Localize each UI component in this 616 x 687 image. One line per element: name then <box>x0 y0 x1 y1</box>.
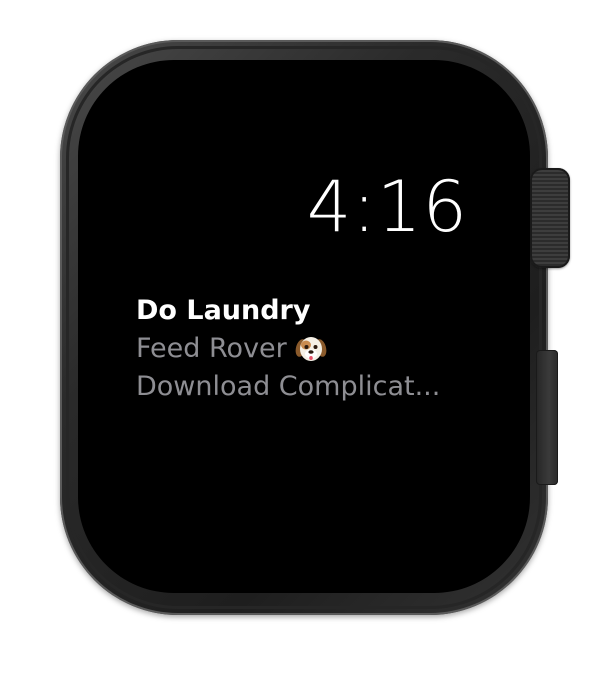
watch-screen: 4:16 Do Laundry Feed Rover Download Comp… <box>78 60 530 593</box>
apple-watch-frame: 4:16 Do Laundry Feed Rover Download Comp… <box>0 0 616 687</box>
dog-face-icon <box>295 333 327 365</box>
task-label: Do Laundry <box>136 295 311 326</box>
digital-crown[interactable] <box>530 168 570 268</box>
clock-time: 4:16 <box>306 166 468 248</box>
task-label: Feed Rover <box>136 333 287 364</box>
task-item-do-laundry[interactable]: Do Laundry <box>136 292 476 330</box>
task-item-feed-rover[interactable]: Feed Rover <box>136 330 476 368</box>
task-item-download-complication[interactable]: Download Complicat... <box>136 368 476 406</box>
task-list[interactable]: Do Laundry Feed Rover Download Complicat… <box>136 292 476 406</box>
side-button[interactable] <box>536 350 558 485</box>
task-label: Download Complicat... <box>136 371 441 402</box>
